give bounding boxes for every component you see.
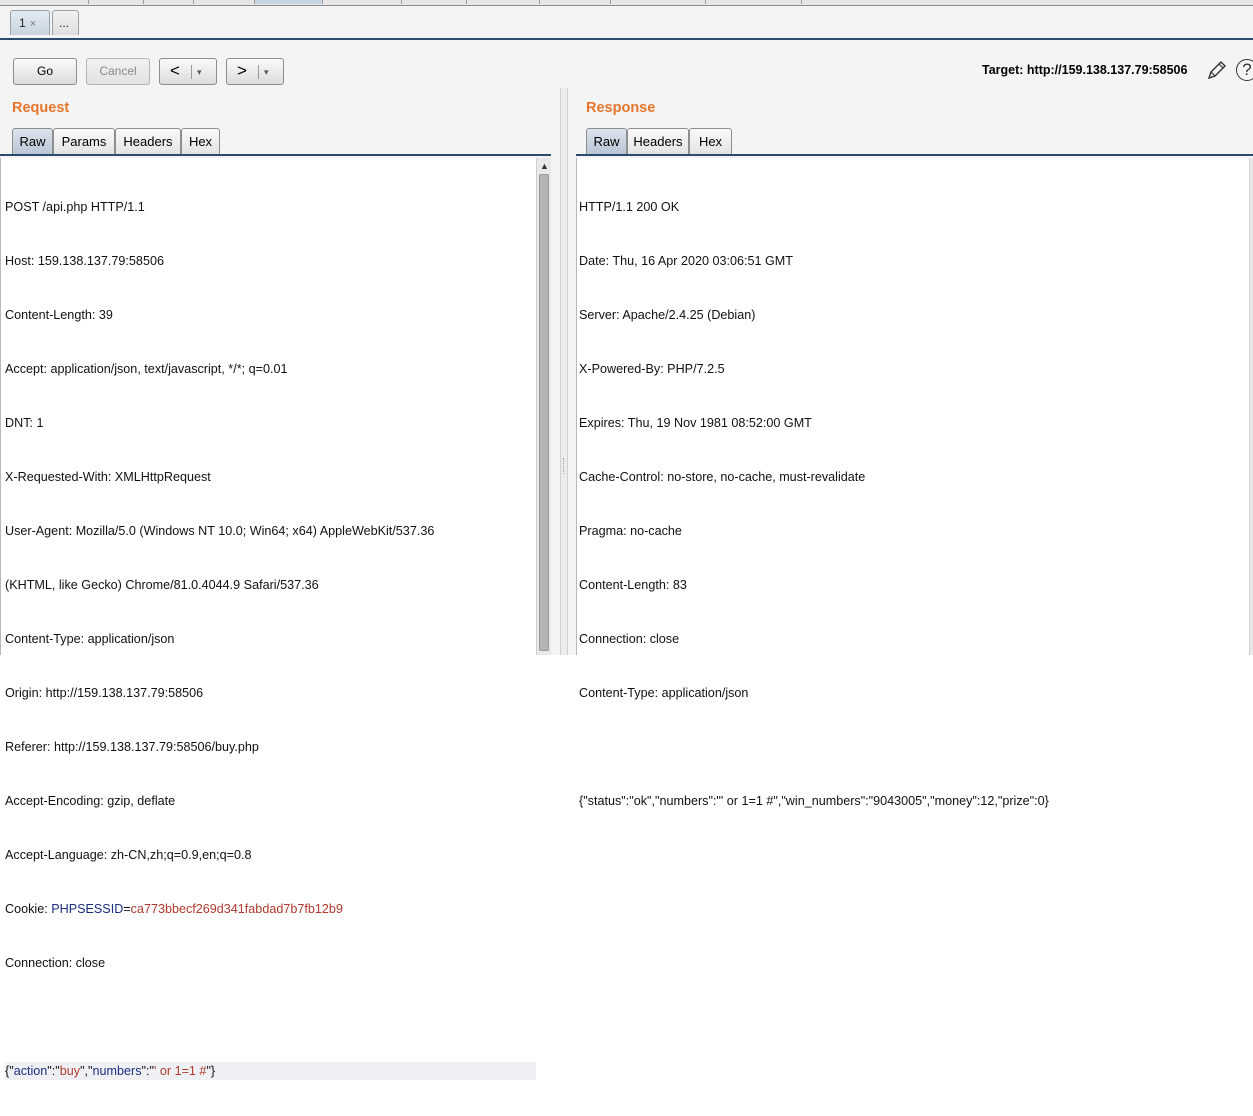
- request-line: Connection: close: [5, 956, 106, 970]
- tool-tab[interactable]: [611, 0, 706, 4]
- cancel-button[interactable]: Cancel: [86, 58, 150, 85]
- button-separator: [191, 65, 192, 79]
- go-button[interactable]: Go: [13, 58, 77, 85]
- response-editor[interactable]: HTTP/1.1 200 OK Date: Thu, 16 Apr 2020 0…: [576, 158, 1249, 808]
- request-tab-raw[interactable]: Raw: [12, 128, 53, 154]
- target-prefix: Target:: [982, 63, 1027, 77]
- response-line: X-Powered-By: PHP/7.2.5: [579, 362, 725, 376]
- cookie-value: ca773bbecf269d341fabdad7b7fb12b9: [130, 902, 343, 916]
- button-separator: [258, 65, 259, 79]
- response-line: Content-Type: application/json: [579, 686, 749, 700]
- json-punctuation: ":": [141, 1064, 154, 1078]
- cookie-prefix: Cookie:: [5, 902, 52, 916]
- help-icon[interactable]: ?: [1236, 59, 1253, 81]
- back-arrow-icon: <: [170, 61, 180, 80]
- json-punctuation: "}: [206, 1064, 216, 1078]
- request-editor[interactable]: POST /api.php HTTP/1.1 Host: 159.138.137…: [0, 158, 536, 1080]
- response-tab-raw[interactable]: Raw: [586, 128, 627, 154]
- request-line: POST /api.php HTTP/1.1: [5, 200, 145, 214]
- request-line: Host: 159.138.137.79:58506: [5, 254, 164, 268]
- response-tab-headers[interactable]: Headers: [627, 128, 689, 154]
- request-line: Origin: http://159.138.137.79:58506: [5, 686, 204, 700]
- toolbar: Go Cancel < ▾ > ▾ Target: http://159.138…: [0, 40, 1253, 88]
- repeater-tab-label: ...: [59, 16, 70, 30]
- response-title: Response: [586, 100, 656, 116]
- json-punctuation: ",": [80, 1064, 93, 1078]
- back-button[interactable]: < ▾: [159, 58, 217, 85]
- request-line: Accept: application/json, text/javascrip…: [5, 362, 288, 376]
- target-url: http://159.138.137.79:58506: [1026, 63, 1188, 77]
- forward-arrow-icon: >: [237, 61, 247, 80]
- request-line: X-Requested-With: XMLHttpRequest: [5, 470, 211, 484]
- pane-splitter[interactable]: [560, 88, 568, 655]
- cookie-line: Cookie: PHPSESSID=ca773bbecf269d341fabda…: [5, 900, 536, 918]
- json-value: buy: [59, 1064, 81, 1078]
- json-value: ' or 1=1 #: [153, 1064, 207, 1078]
- target-label[interactable]: Target: http://159.138.137.79:58506: [982, 63, 1187, 77]
- json-punctuation: {": [5, 1064, 14, 1078]
- json-key: action: [13, 1064, 48, 1078]
- request-body-line: {"action":"buy","numbers":"' or 1=1 #"}: [5, 1062, 536, 1080]
- request-tab-headers[interactable]: Headers: [115, 128, 181, 154]
- repeater-tab-label: 1: [19, 16, 26, 30]
- request-line: Content-Type: application/json: [5, 632, 175, 646]
- cookie-name: PHPSESSID: [51, 902, 124, 916]
- request-tab-underline: [0, 154, 551, 156]
- response-text: HTTP/1.1 200 OK Date: Thu, 16 Apr 2020 0…: [579, 162, 1049, 846]
- tool-tab[interactable]: [467, 0, 540, 4]
- request-scrollbar[interactable]: ▲: [536, 158, 551, 655]
- response-tab-hex[interactable]: Hex: [689, 128, 732, 154]
- request-tab-params[interactable]: Params: [53, 128, 115, 154]
- repeater-tab-bar: 1 × ...: [0, 6, 1253, 38]
- tool-tab[interactable]: [0, 0, 89, 4]
- response-line: Expires: Thu, 19 Nov 1981 08:52:00 GMT: [579, 416, 812, 430]
- scroll-up-icon[interactable]: ▲: [540, 161, 549, 171]
- tool-tab[interactable]: [706, 0, 802, 4]
- response-line: Connection: close: [579, 632, 680, 646]
- response-line: Date: Thu, 16 Apr 2020 03:06:51 GMT: [579, 254, 793, 268]
- tool-tab-active[interactable]: [255, 0, 323, 4]
- request-line: (KHTML, like Gecko) Chrome/81.0.4044.9 S…: [5, 578, 319, 592]
- repeater-tab-new[interactable]: ...: [52, 10, 79, 35]
- request-tab-hex[interactable]: Hex: [181, 128, 220, 154]
- response-line: Cache-Control: no-store, no-cache, must-…: [579, 470, 866, 484]
- response-tab-underline: [576, 154, 1253, 156]
- pencil-icon[interactable]: [1205, 58, 1229, 82]
- response-scrollbar[interactable]: [1249, 158, 1253, 655]
- request-line: User-Agent: Mozilla/5.0 (Windows NT 10.0…: [5, 524, 435, 538]
- forward-button[interactable]: > ▾: [226, 58, 284, 85]
- tool-tab[interactable]: [144, 0, 194, 4]
- repeater-tab-1[interactable]: 1 ×: [10, 10, 50, 35]
- chevron-down-icon[interactable]: ▾: [197, 59, 202, 85]
- tool-tab[interactable]: [540, 0, 611, 4]
- response-line: Server: Apache/2.4.25 (Debian): [579, 308, 756, 322]
- tool-tab[interactable]: [402, 0, 467, 4]
- request-line: Content-Length: 39: [5, 308, 113, 322]
- json-key: numbers: [92, 1064, 142, 1078]
- cookie-equals: =: [123, 902, 131, 916]
- json-punctuation: ":": [47, 1064, 60, 1078]
- request-text: POST /api.php HTTP/1.1 Host: 159.138.137…: [5, 162, 536, 1116]
- response-body-line: {"status":"ok","numbers":"' or 1=1 #","w…: [579, 794, 1049, 808]
- request-line: Referer: http://159.138.137.79:58506/buy…: [5, 740, 259, 754]
- request-title: Request: [12, 100, 70, 116]
- response-pane: Response Raw Headers Hex HTTP/1.1 200 OK…: [568, 88, 1253, 808]
- tool-tab[interactable]: [89, 0, 144, 4]
- request-line: Accept-Language: zh-CN,zh;q=0.9,en;q=0.8: [5, 848, 252, 862]
- close-icon[interactable]: ×: [30, 18, 36, 30]
- splitter-grip: [563, 458, 566, 474]
- tool-tab[interactable]: [194, 0, 255, 4]
- response-line: Content-Length: 83: [579, 578, 687, 592]
- response-line: Pragma: no-cache: [579, 524, 682, 538]
- request-line: DNT: 1: [5, 416, 44, 430]
- chevron-down-icon[interactable]: ▾: [264, 59, 269, 85]
- response-line: HTTP/1.1 200 OK: [579, 200, 680, 214]
- tool-tab[interactable]: [323, 0, 402, 4]
- response-line: [579, 738, 1049, 756]
- request-pane: Request Raw Params Headers Hex POST /api…: [0, 88, 560, 1080]
- request-line: Accept-Encoding: gzip, deflate: [5, 794, 176, 808]
- request-scrollbar-thumb[interactable]: [539, 174, 549, 651]
